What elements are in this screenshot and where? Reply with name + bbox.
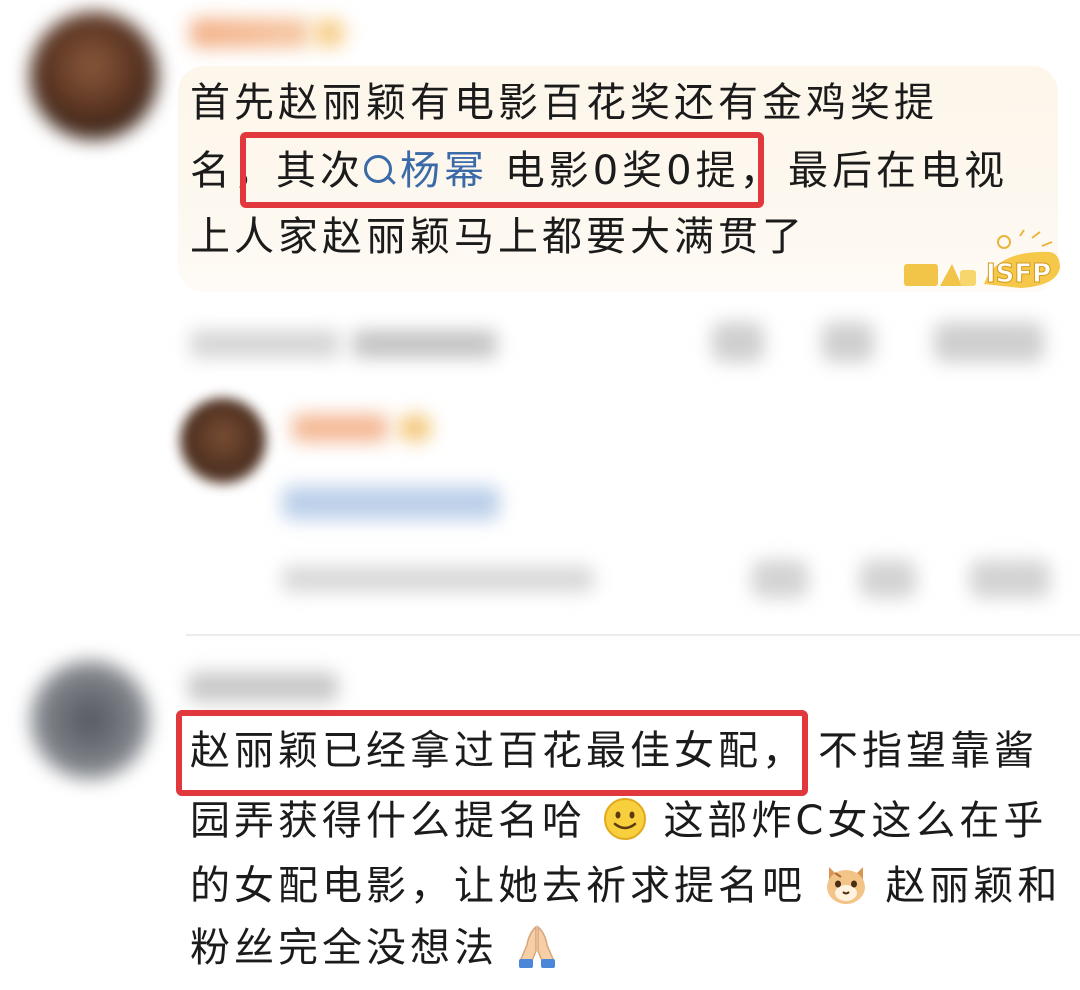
- username[interactable]: [188, 672, 338, 702]
- comment-text-line: 的女配电影，让她去祈求提名吧 赵丽颖和: [190, 856, 1061, 916]
- divider: [186, 634, 1080, 636]
- comment-meta: [282, 566, 594, 592]
- username[interactable]: [190, 18, 310, 48]
- comment-text-segment: 粉丝完全没想法: [190, 925, 498, 971]
- avatar[interactable]: [30, 12, 158, 140]
- username[interactable]: [292, 414, 388, 442]
- like-icon[interactable]: [970, 560, 1050, 598]
- comment-text-line: 不指望靠酱: [818, 728, 1038, 774]
- share-icon[interactable]: [752, 560, 808, 598]
- comment-text-segment: 最后在电视: [788, 148, 1008, 194]
- level-badge-icon: [398, 414, 432, 442]
- comment-text-segment: 的女配电影，让她去祈求提名吧: [190, 863, 806, 909]
- share-icon[interactable]: [712, 322, 764, 362]
- comment-icon[interactable]: [822, 322, 874, 362]
- cat-face-icon: [826, 867, 865, 904]
- highlight-box: [240, 132, 764, 208]
- comment-text-line: 上人家赵丽颖马上都要大满贯了: [190, 214, 806, 260]
- avatar[interactable]: [180, 398, 266, 484]
- comment-text-line: 最后在电视: [788, 141, 1008, 201]
- comment-text-segment: 这部炸C女这么在乎: [663, 798, 1048, 844]
- avatar[interactable]: [30, 660, 150, 780]
- reply-button[interactable]: [352, 330, 497, 358]
- highlight-box: [176, 710, 808, 796]
- folded-hands-icon: [518, 925, 555, 968]
- comment-text-line: 园弄获得什么提名哈 这部炸C女这么在乎: [190, 791, 1047, 851]
- comment-text-segment: 赵丽颖和: [885, 863, 1062, 909]
- comment-text-line: 首先赵丽颖有电影百花奖还有金鸡奖提: [190, 80, 938, 126]
- isfp-badge-label: ISFP: [986, 259, 1051, 289]
- level-badge-icon: [312, 18, 346, 48]
- comment-text-segment: 园弄获得什么提名哈: [190, 798, 586, 844]
- isfp-badge-icon: ISFP: [904, 229, 1060, 290]
- comment-text-line: 粉丝完全没想法: [190, 918, 559, 978]
- slightly-smiling-face-icon: [603, 798, 646, 840]
- comment-icon[interactable]: [860, 560, 916, 598]
- reply-text: [282, 486, 500, 520]
- like-icon[interactable]: [934, 322, 1044, 362]
- comment-meta: [190, 330, 340, 358]
